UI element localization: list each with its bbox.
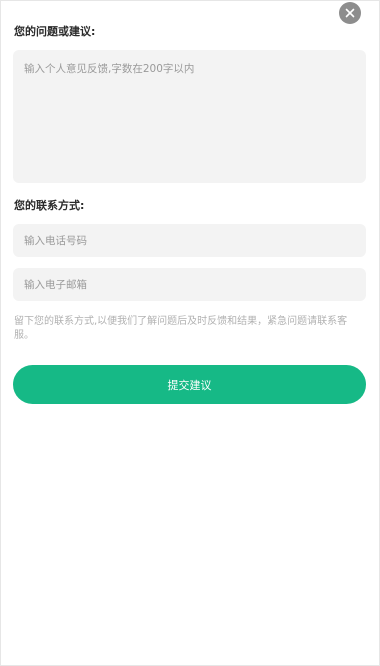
issue-label: 您的问题或建议: (14, 25, 96, 38)
email-input[interactable]: 输入电子邮箱 (13, 268, 366, 301)
submit-button[interactable]: 提交建议 (13, 365, 366, 404)
close-button[interactable] (339, 2, 361, 24)
close-icon (345, 8, 355, 18)
contact-hint: 留下您的联系方式,以便我们了解问题后及时反馈和结果，紧急问题请联系客服。 (14, 316, 348, 341)
email-placeholder: 输入电子邮箱 (24, 278, 87, 291)
phone-input[interactable]: 输入电话号码 (13, 224, 366, 257)
phone-placeholder: 输入电话号码 (24, 234, 87, 247)
feedback-textarea[interactable]: 输入个人意见反馈,字数在200字以内 (13, 50, 366, 183)
contact-label: 您的联系方式: (14, 199, 85, 212)
feedback-placeholder: 输入个人意见反馈,字数在200字以内 (24, 63, 195, 75)
submit-button-label: 提交建议 (167, 378, 212, 392)
